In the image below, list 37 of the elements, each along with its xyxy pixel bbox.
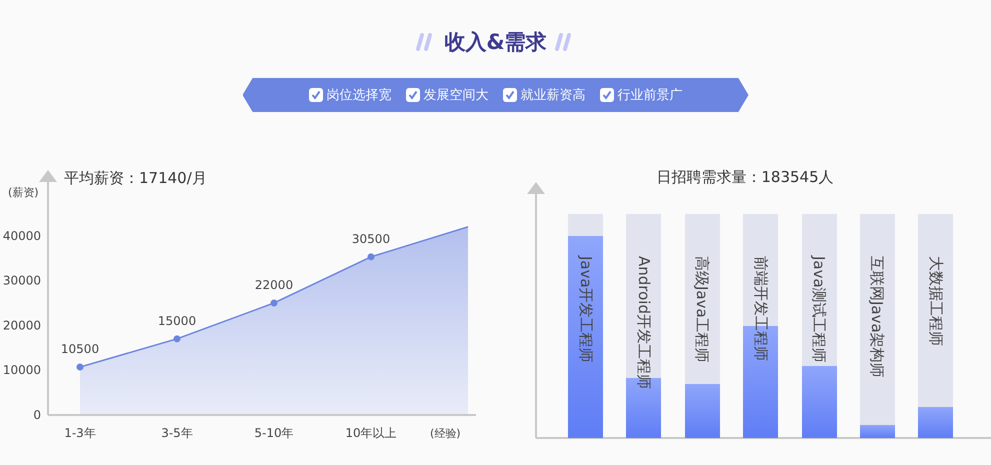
tick-label: 5-10年 bbox=[254, 426, 294, 440]
data-point bbox=[368, 253, 374, 260]
bar-label: 高级Java工程师 bbox=[693, 256, 712, 363]
bar-label: Java开发工程师 bbox=[576, 256, 594, 363]
data-label: 30500 bbox=[352, 232, 390, 246]
tick-label: 1-3年 bbox=[64, 426, 96, 440]
chart-title: 日招聘需求量：183545人 bbox=[656, 168, 834, 186]
tick-label: 40000 bbox=[2, 228, 41, 243]
bar-label: 前端开发工程师 bbox=[752, 256, 770, 361]
bar-label: 大数据工程师 bbox=[926, 256, 945, 346]
tick-label: 10年以上 bbox=[345, 426, 397, 440]
bar-label: Java测试工程师 bbox=[810, 256, 828, 363]
tick-label: 3-5年 bbox=[161, 426, 193, 440]
tick-label: 0 bbox=[33, 408, 41, 422]
axis-label: (薪资) bbox=[8, 186, 39, 199]
tick-label: 30000 bbox=[2, 274, 41, 288]
feature-label: 行业前景广 bbox=[618, 87, 682, 104]
checkbox[interactable] bbox=[600, 88, 614, 102]
checkbox[interactable] bbox=[406, 88, 420, 102]
section-title: 收入&需求 bbox=[444, 29, 547, 56]
data-point bbox=[76, 364, 84, 371]
checkbox[interactable] bbox=[308, 88, 322, 102]
data-label: 15000 bbox=[158, 314, 196, 328]
axis-label: (经验) bbox=[430, 427, 461, 440]
feature-label: 岗位选择宽 bbox=[326, 87, 392, 104]
feature-label: 就业薪资高 bbox=[520, 87, 586, 104]
chart-title: 平均薪资：17140/月 bbox=[64, 169, 207, 187]
tick-label: 10000 bbox=[2, 363, 41, 378]
data-label: 22000 bbox=[254, 278, 294, 292]
tick-label: 20000 bbox=[2, 318, 41, 332]
checkbox[interactable] bbox=[502, 88, 516, 102]
bar-label: Android开发工程师 bbox=[634, 256, 653, 389]
data-point bbox=[174, 335, 180, 342]
data-point bbox=[270, 299, 278, 306]
feature-label: 发展空间大 bbox=[424, 87, 488, 104]
bar-label: 互联网Java架构师 bbox=[868, 256, 886, 378]
data-label: 10500 bbox=[60, 342, 100, 356]
